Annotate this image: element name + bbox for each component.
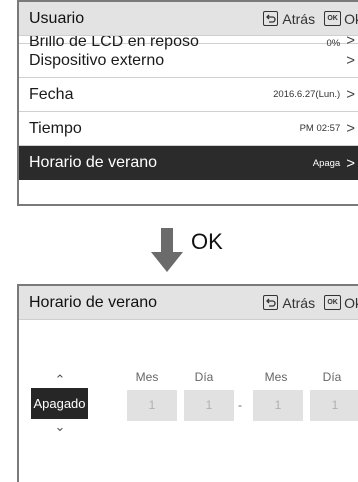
start-month-field[interactable]: 1 [127, 390, 177, 421]
screen-header: Usuario Atrás OK Ok [19, 2, 358, 36]
list-item-value: Apaga [312, 157, 341, 169]
header-actions: Atrás OK Ok [263, 11, 358, 27]
chevron-up-icon[interactable]: ⌃ [31, 372, 89, 388]
header-actions: Atrás OK Ok [263, 295, 358, 311]
start-day-field[interactable]: 1 [184, 390, 234, 421]
list-item-label: Tiempo [29, 119, 82, 137]
date-range-separator: - [238, 398, 242, 412]
back-arrow-icon [263, 11, 279, 26]
start-day-label: Día [194, 370, 214, 384]
list-item-daylight-saving[interactable]: Horario de verano Apaga > [19, 146, 358, 180]
back-button-label: Atrás [282, 294, 316, 311]
end-month-label: Mes [264, 370, 288, 384]
end-day-field[interactable]: 1 [310, 390, 358, 421]
screen-title: Horario de verano [29, 293, 158, 311]
ok-button[interactable]: OK Ok [324, 295, 358, 311]
list-item-label: Horario de verano [29, 154, 158, 171]
start-month-label: Mes [135, 370, 159, 384]
end-month-field[interactable]: 1 [253, 390, 303, 421]
chevron-right-icon: > [346, 86, 355, 103]
settings-list-screen: Brillo de LCD en reposo 0% > Dispositivo… [17, 0, 358, 206]
chevron-right-icon: > [346, 52, 355, 69]
list-item-value: PM 02:57 [299, 123, 341, 134]
screen-header: Horario de verano Atrás OK Ok [19, 286, 358, 320]
daylight-saving-screen: Horario de verano Atrás OK Ok ⌃ Apagado … [17, 284, 358, 482]
ok-button-label: Ok [344, 294, 358, 311]
chevron-right-icon: > [346, 120, 355, 137]
settings-list: Brillo de LCD en reposo 0% > Dispositivo… [19, 24, 358, 180]
dst-toggle-stepper: ⌃ Apagado ⌄ [31, 372, 89, 435]
list-item-time[interactable]: Tiempo PM 02:57 > [19, 112, 358, 146]
back-arrow-icon [263, 295, 279, 310]
back-button[interactable]: Atrás [263, 295, 315, 311]
list-item-label: Fecha [29, 85, 74, 103]
ok-key-icon: OK [324, 11, 342, 26]
dst-toggle-value[interactable]: Apagado [31, 388, 88, 419]
end-day-label: Día [322, 370, 342, 384]
ok-button-label: Ok [344, 10, 358, 27]
chevron-right-icon: > [346, 154, 355, 172]
back-button-label: Atrás [282, 10, 316, 27]
ok-button[interactable]: OK Ok [324, 11, 358, 27]
list-item-label: Dispositivo externo [29, 51, 165, 69]
transition-label: OK [191, 229, 223, 254]
list-item-date[interactable]: Fecha 2016.6.27(Lun.) > [19, 78, 358, 112]
screen-title: Usuario [29, 9, 85, 27]
chevron-down-icon[interactable]: ⌄ [31, 419, 89, 435]
ok-key-icon: OK [324, 295, 342, 310]
back-button[interactable]: Atrás [263, 11, 315, 27]
list-item-value: 0% [326, 38, 341, 49]
list-item-value: 2016.6.27(Lun.) [273, 89, 341, 100]
down-arrow-icon [151, 228, 183, 272]
